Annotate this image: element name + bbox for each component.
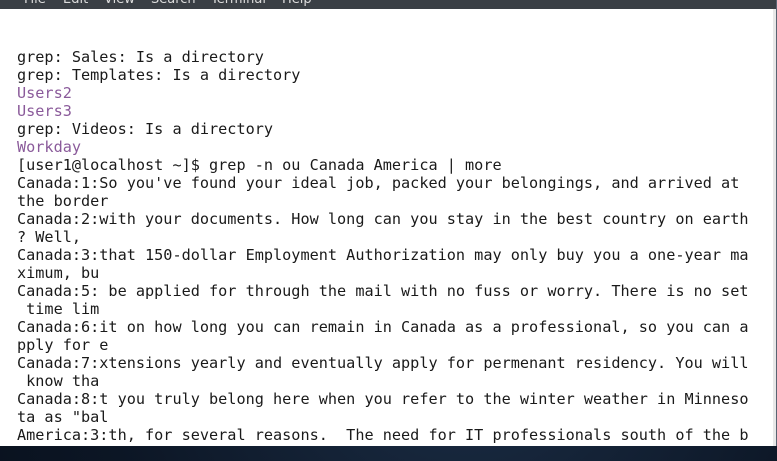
terminal-line: Canada:6:it on how long you can remain i… bbox=[17, 318, 749, 336]
menu-file[interactable]: File bbox=[24, 0, 46, 8]
menu-view[interactable]: View bbox=[104, 0, 135, 8]
terminal-line: America:3:th, for several reasons. The n… bbox=[17, 426, 749, 444]
menu-help[interactable]: Help bbox=[282, 0, 312, 8]
terminal-output[interactable]: grep: Sales: Is a directory grep: Templat… bbox=[17, 12, 772, 446]
menu-search[interactable]: Search bbox=[151, 0, 196, 8]
terminal-line: [user1@localhost ~]$ grep -n ou Canada A… bbox=[17, 156, 502, 174]
scrollbar[interactable] bbox=[773, 9, 776, 446]
terminal-line: pply for e bbox=[17, 336, 109, 354]
terminal-line: Canada:8:t you truly belong here when yo… bbox=[17, 390, 749, 408]
menu-terminal[interactable]: Terminal bbox=[211, 0, 266, 8]
terminal-line: grep: Videos: Is a directory bbox=[17, 120, 274, 138]
terminal-line: grep: Sales: Is a directory bbox=[17, 48, 264, 66]
terminal-line: grep: Templates: Is a directory bbox=[17, 66, 301, 84]
terminal-line: the border bbox=[17, 192, 109, 210]
terminal-line: Canada:1:So you've found your ideal job,… bbox=[17, 174, 740, 192]
terminal-line: ximum, bu bbox=[17, 264, 100, 282]
terminal-line: Users2 bbox=[17, 84, 72, 102]
terminal-line: time lim bbox=[17, 300, 100, 318]
terminal-line: ? Well, bbox=[17, 228, 82, 246]
terminal-line: Users3 bbox=[17, 102, 72, 120]
terminal-line: know tha bbox=[17, 372, 100, 390]
terminal-line: Canada:5: be applied for through the mai… bbox=[17, 282, 749, 300]
terminal-line: Canada:7:xtensions yearly and eventually… bbox=[17, 354, 749, 372]
terminal-line: order show bbox=[17, 444, 772, 446]
terminal-line: Workday bbox=[17, 138, 82, 156]
terminal-line: Canada:2:with your documents. How long c… bbox=[17, 210, 749, 228]
menu-edit[interactable]: Edit bbox=[63, 0, 88, 8]
terminal-line: ta as "bal bbox=[17, 408, 109, 426]
menubar: File Edit View Search Terminal Help bbox=[0, 0, 776, 9]
terminal-line: Canada:3:that 150-dollar Employment Auth… bbox=[17, 246, 749, 264]
terminal-window[interactable]: File Edit View Search Terminal Help grep… bbox=[0, 0, 777, 446]
